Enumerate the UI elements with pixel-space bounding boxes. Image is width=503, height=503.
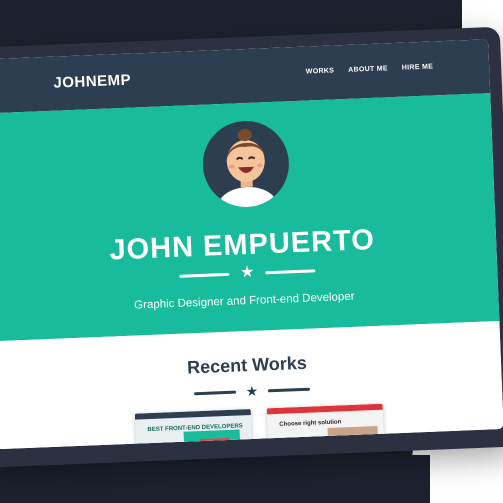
works-star-divider: ★ [193, 379, 311, 404]
thumbnail-graphic [199, 437, 231, 450]
work-thumbnail-2[interactable]: Choose right solution [266, 403, 386, 450]
recent-works-section: Recent Works ★ BEST FRONT-END DEVELOPERS… [0, 320, 503, 450]
work-thumbnail-1[interactable]: BEST FRONT-END DEVELOPERS [134, 409, 254, 450]
divider-line-left [193, 390, 237, 395]
hero-star-divider: ★ [179, 260, 316, 285]
nav-link-works[interactable]: WORKS [306, 67, 335, 75]
divider-line-right [267, 387, 311, 392]
star-icon: ★ [245, 382, 259, 400]
divider-line-right [265, 268, 316, 274]
laptop-device-frame: JOHNEMP WORKS ABOUT ME HIRE ME JOHN EMPU… [0, 26, 503, 468]
hero-tagline: Graphic Designer and Front-end Developer [133, 290, 355, 312]
thumbnail-image [327, 425, 380, 450]
website-screen: JOHNEMP WORKS ABOUT ME HIRE ME JOHN EMPU… [0, 39, 503, 450]
site-logo[interactable]: JOHNEMP [53, 72, 131, 92]
avatar-illustration [202, 121, 289, 209]
nav-links: WORKS ABOUT ME HIRE ME [306, 63, 434, 75]
divider-line-left [179, 272, 230, 278]
nav-link-about-me[interactable]: ABOUT ME [348, 65, 388, 74]
hero-section: JOHN EMPUERTO ★ Graphic Designer and Fro… [0, 93, 500, 342]
nav-link-hire-me[interactable]: HIRE ME [402, 63, 434, 71]
star-icon: ★ [239, 263, 255, 282]
